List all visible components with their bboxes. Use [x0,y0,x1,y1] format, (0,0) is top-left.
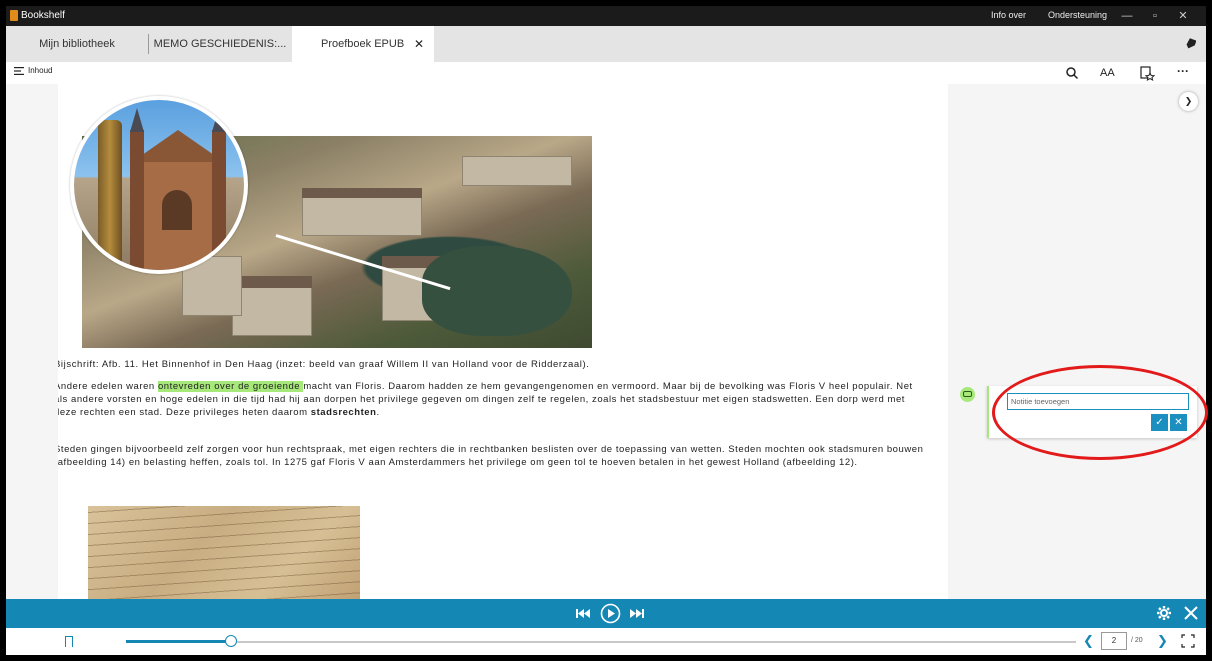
previous-page-icon[interactable]: ❮ [1083,633,1094,649]
title-bar: Bookshelf Info over Ondersteuning — ▫ ✕ [6,6,1206,26]
table-of-contents-button[interactable]: Inhoud [14,66,52,75]
play-icon[interactable] [600,603,621,624]
book-page: Bijschrift: Afb. 11. Het Binnenhof in De… [58,84,948,599]
bookshelf-logo-icon [10,10,18,21]
search-icon[interactable] [1064,65,1080,81]
font-size-label: AA [1100,67,1115,79]
bold-term-stadsrechten: stadsrechten [310,407,377,418]
restore-icon[interactable]: ▫ [1142,8,1168,24]
tab-memo-geschiedenis[interactable]: MEMO GESCHIEDENIS:... [149,26,291,62]
paragraph-2: Steden gingen bijvoorbeeld zelf zorgen v… [58,444,924,468]
close-icon[interactable]: ✕ [1170,8,1196,24]
font-size-icon[interactable]: AA [1100,65,1116,81]
info-over-link[interactable]: Info over [991,10,1026,20]
tag-icon[interactable] [1186,38,1196,50]
tab-label: Proefboek EPUB [321,38,405,50]
highlighted-text[interactable]: ontevreden over de groeiende [157,381,304,392]
settings-icon[interactable] [1156,605,1172,621]
app-title: Bookshelf [21,10,65,21]
note-highlight-bar [987,386,989,438]
next-page-arrow-icon[interactable]: ❯ [1179,92,1198,111]
page-number-input[interactable]: 2 [1101,632,1127,650]
note-comment-icon[interactable] [960,387,975,402]
audio-player-bar [6,599,1206,628]
annotation-red-circle [992,365,1208,460]
page-slider-thumb[interactable] [224,635,237,647]
more-icon[interactable]: ··· [1177,65,1193,81]
charter-document-image [88,506,360,599]
skip-forward-icon[interactable] [630,609,644,618]
tab-bar: Mijn bibliotheek MEMO GESCHIEDENIS:... P… [6,26,1206,62]
reader-toolbar: Inhoud AA ··· [6,62,1206,84]
minimize-icon[interactable]: — [1114,8,1140,24]
toc-label: Inhoud [28,66,53,75]
page-navigation-bar: ❮ 2 / 20 ❯ [6,628,1206,655]
paragraph-1-text-start: Andere edelen waren [58,381,158,392]
paragraph-1: Andere edelen waren ontevreden over de g… [58,380,924,419]
total-pages: / 20 [1131,637,1143,644]
bookmark-list-icon[interactable] [1139,65,1155,81]
tab-proefboek-epub[interactable]: Proefboek EPUB [292,26,434,62]
page-slider-track[interactable] [126,641,1076,643]
image-caption: Bijschrift: Afb. 11. Het Binnenhof in De… [58,359,590,370]
paragraph-1-text-end: . [376,407,380,418]
next-page-icon[interactable]: ❯ [1157,633,1168,649]
tab-mijn-bibliotheek[interactable]: Mijn bibliotheek [6,26,148,62]
skip-back-icon[interactable] [576,609,590,618]
page-slider-progress [126,640,231,643]
list-icon [14,66,24,75]
fullscreen-icon[interactable] [1181,634,1195,648]
close-player-icon[interactable] [1183,605,1199,621]
ridderzaal-inset-photo [70,96,248,274]
ondersteuning-link[interactable]: Ondersteuning [1048,10,1107,20]
tab-close-icon[interactable]: ✕ [414,26,424,62]
bookmark-icon[interactable] [65,636,73,647]
